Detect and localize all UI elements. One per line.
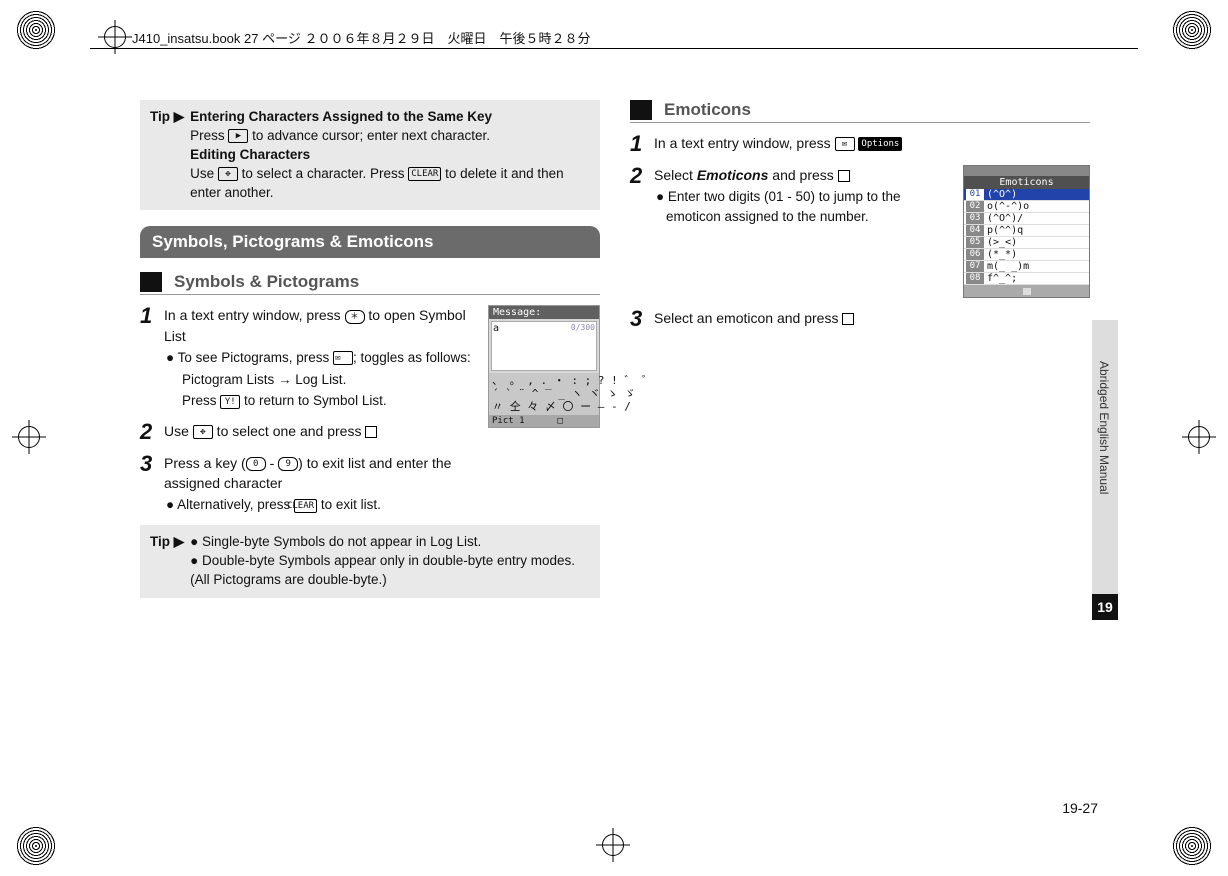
step: 1 In a text entry window, press ✉ Option… <box>630 133 1090 155</box>
zero-key-icon: 0 <box>246 457 266 471</box>
step-number: 3 <box>630 308 654 330</box>
crosshair-icon <box>596 828 630 862</box>
chapter-number: 19 <box>1092 594 1118 620</box>
step-number: 1 <box>140 305 164 410</box>
tip-label: Tip ▶ <box>150 533 184 590</box>
step: 1 In a text entry window, press ＊ to ope… <box>140 305 478 410</box>
tip-text: Use ✥ to select a character. Press CLEAR… <box>190 165 590 203</box>
subsection-title: Emoticons <box>664 100 751 120</box>
crosshair-icon <box>1182 420 1216 454</box>
step-number: 3 <box>140 453 164 515</box>
step-number: 2 <box>140 421 164 443</box>
step: 3 Select an emoticon and press <box>630 308 1090 330</box>
step-number: 2 <box>630 165 654 226</box>
chapter-tab: Abridged English Manual 19 <box>1092 320 1118 620</box>
list-item: 08f^_^; <box>964 273 1089 285</box>
tip-heading: Entering Characters Assigned to the Same… <box>190 108 590 127</box>
list-item: 02o(^-^)o <box>964 201 1089 213</box>
step: 2 Select Emoticons and press ● Enter two… <box>630 165 951 226</box>
screenshot-symbol-grid: 、 。 , . ・ : ; ? ! ゛ ゜ ´ ` ¨ ^ ‾ _ ヽ ヾ ゝ … <box>489 373 599 415</box>
clear-key-icon: CLEAR <box>408 167 441 181</box>
list-item: 06(*_*) <box>964 249 1089 261</box>
screenshot-title: Message: <box>489 306 599 319</box>
center-key-icon <box>365 426 377 438</box>
screenshot-footer <box>964 285 1089 297</box>
crosshair-icon <box>12 420 46 454</box>
nav-key-icon: ✥ <box>193 425 213 439</box>
star-key-icon: ＊ <box>345 310 365 324</box>
step: 2 Use ✥ to select one and press <box>140 421 478 443</box>
phone-screenshot-symbols: Message: a 0/300 、 。 , . ・ : ; ? ! ゛ ゜ ´… <box>488 305 600 428</box>
nine-key-icon: 9 <box>278 457 298 471</box>
tip-box: Tip ▶ ● Single-byte Symbols do not appea… <box>140 525 600 598</box>
registration-mark <box>16 826 56 866</box>
phone-screenshot-emoticons: Emoticons 01(^O^) 02o(^-^)o 03(^O^)/ 04p… <box>963 165 1090 298</box>
list-item: 03(^O^)/ <box>964 213 1089 225</box>
page-number: 19-27 <box>1062 800 1098 816</box>
yahoo-key-icon: Y! <box>220 395 240 409</box>
registration-mark <box>16 10 56 50</box>
header-rule <box>90 48 1138 49</box>
tip-text: ● Single-byte Symbols do not appear in L… <box>190 533 590 552</box>
registration-mark <box>1172 826 1212 866</box>
list-item: 05(>_<) <box>964 237 1089 249</box>
advance-key-icon: ▶ <box>228 129 248 143</box>
section-header: Symbols, Pictograms & Emoticons <box>140 226 600 258</box>
nav-key-icon: ✥ <box>218 167 238 181</box>
chapter-label: Abridged English Manual <box>1092 320 1116 536</box>
screenshot-body: a 0/300 <box>491 321 597 371</box>
screenshot-footer: Pict 1 □ <box>489 415 599 427</box>
tip-box: Tip ▶ Entering Characters Assigned to th… <box>140 100 600 210</box>
list-item: 01(^O^) <box>964 189 1089 201</box>
tip-heading: Editing Characters <box>190 146 590 165</box>
tip-text: Press ▶ to advance cursor; enter next ch… <box>190 127 590 146</box>
options-softkey-icon: Options <box>858 137 902 151</box>
center-key-icon <box>842 313 854 325</box>
subsection-header: Symbols & Pictograms <box>140 272 600 295</box>
screenshot-title: Emoticons <box>964 176 1089 189</box>
document-header: J410_insatsu.book 27 ページ ２００６年８月２９日 火曜日 … <box>132 28 590 47</box>
step-number: 1 <box>630 133 654 155</box>
tip-label: Tip ▶ <box>150 108 184 202</box>
list-item: 04p(^^)q <box>964 225 1089 237</box>
heading-marker-icon <box>140 272 162 292</box>
list-item: 07m(_ _)m <box>964 261 1089 273</box>
tip-text: ● Double-byte Symbols appear only in dou… <box>190 552 590 590</box>
subsection-header: Emoticons <box>630 100 1090 123</box>
heading-marker-icon <box>630 100 652 120</box>
step: 3 Press a key (0 - 9) to exit list and e… <box>140 453 478 515</box>
mail-key-icon: ✉ <box>835 137 855 151</box>
subsection-title: Symbols & Pictograms <box>174 272 359 292</box>
mail-key-icon: ✉ <box>333 351 353 365</box>
clear-key-icon: CLEAR <box>294 499 317 513</box>
center-key-icon <box>838 170 850 182</box>
registration-mark <box>1172 10 1212 50</box>
